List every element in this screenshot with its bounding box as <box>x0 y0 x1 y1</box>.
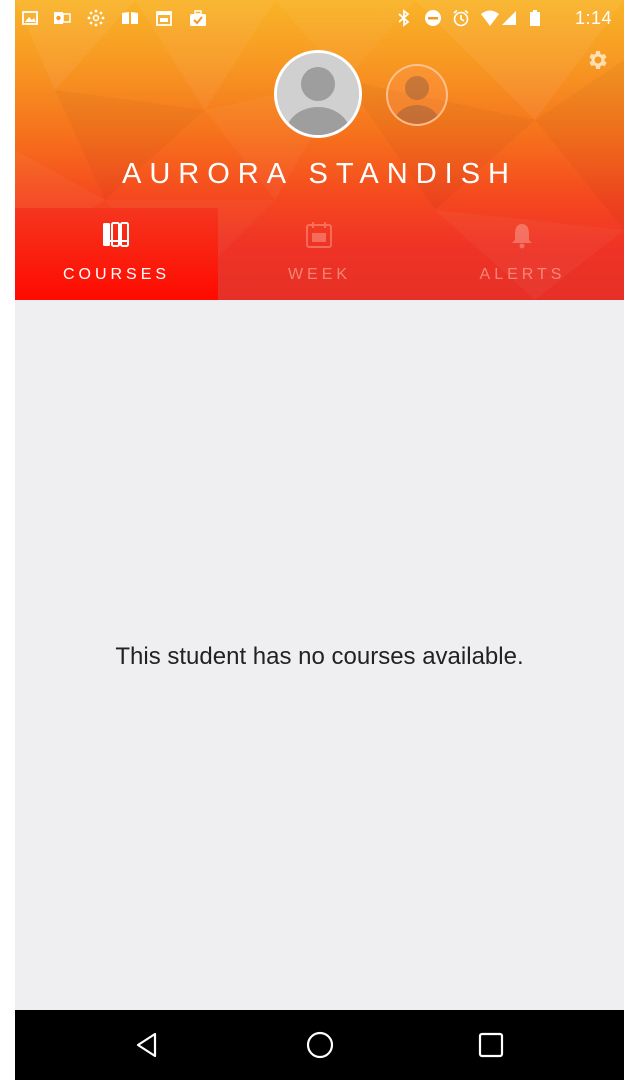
app-container: 1:14 AURORA STANDISH COURSES WEEK ALERTS… <box>15 0 624 1010</box>
tab-alerts[interactable]: ALERTS <box>421 208 624 300</box>
alarm-icon <box>452 9 470 27</box>
gear-icon[interactable] <box>586 48 610 72</box>
outlook-icon <box>53 9 71 27</box>
book-icon <box>121 9 139 27</box>
person-icon <box>277 53 359 135</box>
tab-alerts-label: ALERTS <box>479 266 566 283</box>
tab-week[interactable]: WEEK <box>218 208 421 300</box>
empty-state-message: This student has no courses available. <box>115 643 524 670</box>
image-icon <box>21 9 39 27</box>
battery-icon <box>526 9 544 27</box>
signal-icon <box>500 9 518 27</box>
bluetooth-icon <box>395 9 413 27</box>
tab-courses-label: COURSES <box>62 266 171 283</box>
student-avatar[interactable] <box>274 50 362 138</box>
home-icon[interactable] <box>305 1030 335 1060</box>
tab-bar: COURSES WEEK ALERTS <box>15 208 624 300</box>
wifi-icon <box>481 9 499 27</box>
calendar-week-icon <box>304 220 334 250</box>
navigation-bar <box>15 1010 624 1080</box>
tab-week-label: WEEK <box>287 266 352 283</box>
briefcase-check-icon <box>189 9 207 27</box>
tab-courses[interactable]: COURSES <box>15 208 218 300</box>
phone-screen: 1:14 AURORA STANDISH COURSES WEEK ALERTS… <box>0 0 633 1080</box>
status-bar: 1:14 <box>15 0 624 36</box>
back-icon[interactable] <box>133 1030 163 1060</box>
status-time: 1:14 <box>574 8 612 28</box>
other-student-avatar[interactable] <box>386 64 448 126</box>
bell-icon <box>507 220 537 250</box>
student-name: AURORA STANDISH <box>121 158 517 190</box>
person-icon <box>394 76 440 124</box>
do-not-disturb-icon <box>424 9 442 27</box>
recents-icon[interactable] <box>476 1030 506 1060</box>
canvas-icon <box>87 9 105 27</box>
courses-icon <box>101 220 131 250</box>
profile-header: 1:14 AURORA STANDISH COURSES WEEK ALERTS <box>15 0 624 300</box>
calendar-icon <box>155 9 173 27</box>
